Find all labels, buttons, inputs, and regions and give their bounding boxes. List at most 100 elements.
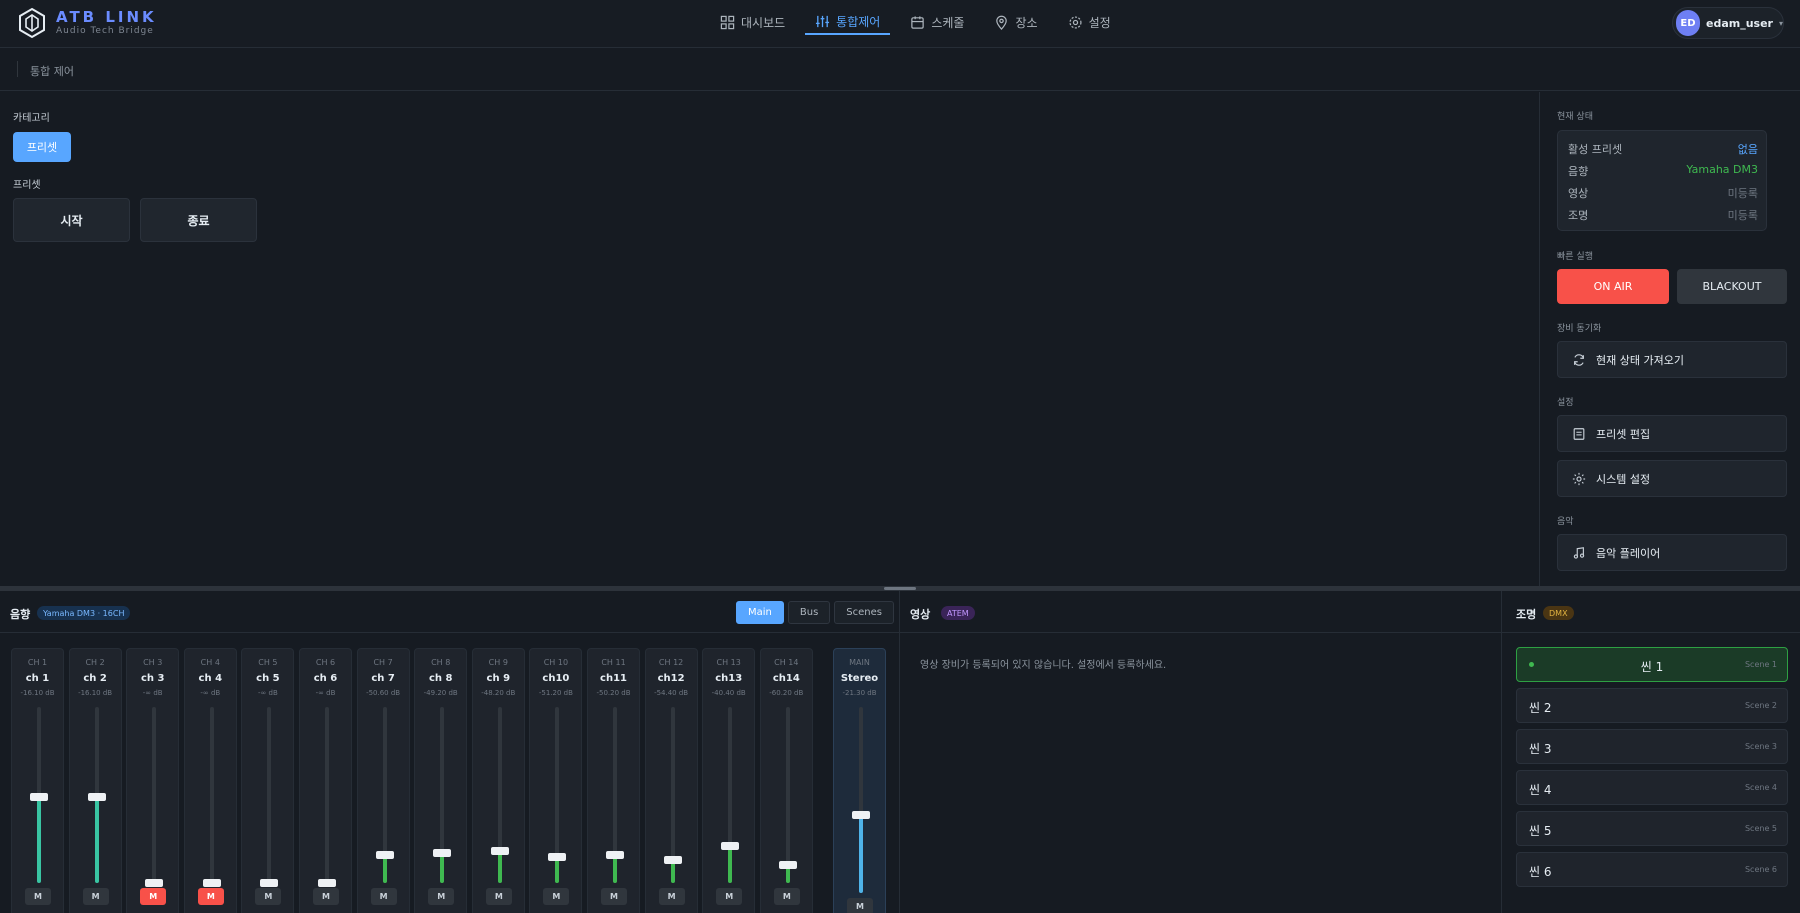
channel-strip: CH 12 ch12 -54.40 dB M — [644, 648, 698, 913]
channel-mute-button[interactable]: M — [82, 888, 109, 905]
channel-mute-button[interactable]: M — [255, 888, 282, 905]
preset-edit-button[interactable]: 프리셋 편집 — [1557, 415, 1787, 452]
status-value: Yamaha DM3 — [1686, 163, 1758, 176]
status-key: 영상 — [1568, 187, 1589, 200]
channel-fader-track[interactable] — [30, 707, 48, 883]
channel-mute-button[interactable]: M — [25, 888, 51, 905]
channel-fader-knob[interactable] — [548, 853, 567, 861]
right-sidebar: 현재 상태 활성 프리셋 없음 음향 Yamaha DM3 영상 미등록 조명 미등록 … — [1539, 92, 1800, 587]
on-air-button[interactable]: ON AIR — [1557, 269, 1669, 304]
channel-db: -48.20 dB — [481, 689, 516, 697]
channel-fader-track[interactable] — [145, 707, 164, 887]
channel-fader-track[interactable] — [87, 707, 106, 883]
logo[interactable]: ATB LINK Audio Tech Bridge — [18, 7, 157, 39]
master-fader-knob[interactable] — [852, 811, 870, 819]
scene-button[interactable]: 씬 3 Scene 3 — [1516, 729, 1788, 764]
channel-fader-knob[interactable] — [202, 879, 221, 887]
channel-number: CH 10 — [543, 658, 569, 667]
scene-button[interactable]: 씬 5 Scene 5 — [1516, 811, 1788, 846]
splitter-handle[interactable] — [884, 587, 916, 590]
preset-edit-label: 프리셋 편집 — [1596, 427, 1651, 441]
channel-fader-knob[interactable] — [318, 879, 336, 887]
nav-settings[interactable]: 설정 — [1058, 9, 1121, 35]
channel-fader-track[interactable] — [663, 707, 682, 883]
channel-db: -∞ dB — [200, 689, 221, 697]
channel-mute-button[interactable]: M — [428, 888, 455, 905]
master-fader-track[interactable] — [852, 707, 870, 893]
system-settings-button[interactable]: 시스템 설정 — [1557, 460, 1787, 497]
preset-end-button[interactable]: 종료 — [140, 198, 257, 242]
scene-button[interactable]: 씬 2 Scene 2 — [1516, 688, 1788, 723]
channel-fader-track[interactable] — [433, 707, 452, 883]
tab-main[interactable]: Main — [736, 601, 784, 624]
channel-mute-button[interactable]: M — [485, 888, 512, 905]
user-menu[interactable]: ED edam_user ▾ — [1672, 7, 1784, 39]
music-player-label: 음악 플레이어 — [1596, 546, 1661, 560]
blackout-button[interactable]: BLACKOUT — [1677, 269, 1787, 304]
channel-mute-button[interactable]: M — [543, 888, 570, 905]
channel-fader-knob[interactable] — [375, 851, 394, 859]
channel-fader-knob[interactable] — [433, 849, 452, 857]
preset-start-button[interactable]: 시작 — [13, 198, 130, 242]
channel-fader-knob[interactable] — [663, 856, 682, 864]
channel-mute-button[interactable]: M — [773, 888, 800, 905]
category-preset-button[interactable]: 프리셋 — [13, 132, 71, 162]
channel-fader-track[interactable] — [606, 707, 624, 883]
channel-fader-track[interactable] — [490, 707, 509, 883]
channel-name: ch 9 — [486, 673, 511, 684]
channel-mute-button[interactable]: M — [658, 888, 685, 905]
channel-number: CH 6 — [315, 658, 336, 667]
master-num: MAIN — [849, 658, 870, 667]
scene-sublabel: Scene 3 — [1744, 742, 1777, 751]
channel-fader-knob[interactable] — [145, 879, 164, 887]
category-label: 카테고리 — [13, 113, 50, 124]
nav-schedule[interactable]: 스케줄 — [900, 9, 974, 35]
scene-button[interactable]: 씬 1 Scene 1 — [1516, 647, 1788, 682]
channel-fader-track[interactable] — [778, 707, 797, 883]
channel-level-fill — [440, 853, 445, 883]
tab-scenes[interactable]: Scenes — [834, 601, 894, 624]
scene-button[interactable]: 씬 4 Scene 4 — [1516, 770, 1788, 805]
master-mute-button[interactable]: M — [847, 898, 873, 913]
logo-mark-icon — [19, 7, 45, 39]
channel-fader-knob[interactable] — [490, 847, 509, 855]
nav-location[interactable]: 장소 — [984, 9, 1047, 35]
channel-fader-knob[interactable] — [87, 793, 106, 801]
channel-mute-button[interactable]: M — [140, 888, 167, 905]
channel-mute-button[interactable]: M — [370, 888, 397, 905]
nav-location-label: 장소 — [1015, 15, 1038, 30]
channel-fader-track[interactable] — [375, 707, 394, 883]
channel-mute-button[interactable]: M — [716, 888, 743, 905]
status-row: 음향 Yamaha DM3 — [1568, 163, 1758, 179]
channel-mute-button[interactable]: M — [601, 888, 627, 905]
channel-mute-button[interactable]: M — [197, 888, 224, 905]
fetch-state-button[interactable]: 현재 상태 가져오기 — [1557, 341, 1787, 378]
music-player-button[interactable]: 음악 플레이어 — [1557, 534, 1787, 571]
channel-fader-track[interactable] — [202, 707, 221, 887]
channel-number: CH 7 — [373, 658, 393, 667]
audio-panel: 음향 Yamaha DM3 · 16CH Main Bus Scenes CH … — [0, 591, 900, 913]
channel-fader-knob[interactable] — [721, 842, 740, 850]
channel-strip: CH 6 ch 6 -∞ dB M — [299, 648, 352, 913]
channel-fader-track[interactable] — [548, 707, 567, 883]
scene-button[interactable]: 씬 6 Scene 6 — [1516, 852, 1788, 887]
tab-bus[interactable]: Bus — [787, 601, 831, 624]
channel-fader-track[interactable] — [721, 707, 740, 883]
nav-dashboard[interactable]: 대시보드 — [710, 9, 795, 35]
scene-sublabel: Scene 6 — [1744, 865, 1777, 874]
channel-db: -50.20 dB — [596, 689, 631, 697]
channel-strip: CH 5 ch 5 -∞ dB M — [241, 648, 295, 913]
channel-fader-knob[interactable] — [260, 879, 279, 887]
channel-fader-knob[interactable] — [30, 793, 48, 801]
music-note-icon — [1573, 546, 1585, 559]
status-value: 미등록 — [1727, 209, 1758, 222]
channel-level-fill — [94, 797, 99, 883]
nav-integrated-control[interactable]: 통합제어 — [805, 9, 891, 35]
channel-fader-knob[interactable] — [778, 861, 797, 869]
channel-fader-knob[interactable] — [606, 851, 624, 859]
channel-fader-track[interactable] — [318, 707, 336, 887]
channel-mute-button[interactable]: M — [313, 888, 339, 905]
channel-fader-track[interactable] — [260, 707, 279, 887]
channel-name: ch 8 — [428, 673, 453, 684]
channel-level-fill — [728, 846, 733, 883]
